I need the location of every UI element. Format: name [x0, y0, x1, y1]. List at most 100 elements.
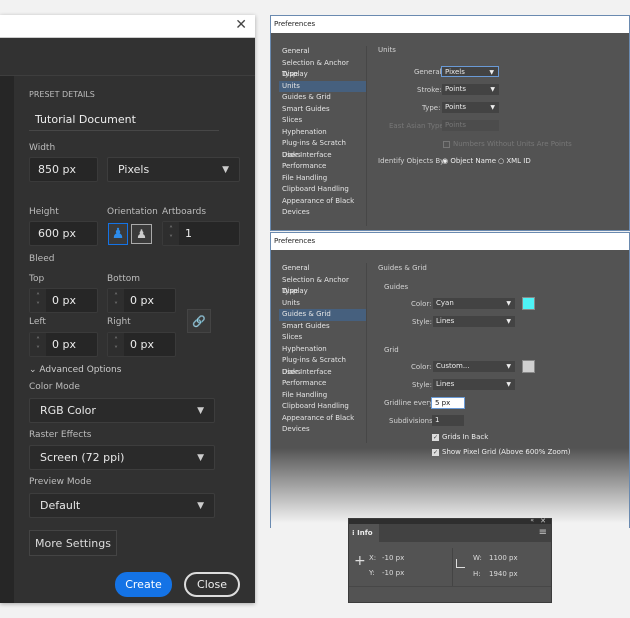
sidebar-item[interactable]: Devices — [279, 424, 366, 436]
sidebar-item[interactable]: General — [279, 263, 366, 275]
sidebar-item[interactable]: Guides & Grid — [279, 92, 366, 104]
sidebar-item[interactable]: Clipboard Handling — [279, 184, 366, 196]
east-asian-type-dropdown: Points — [442, 120, 499, 131]
sidebar-item[interactable]: User Interface — [279, 367, 366, 379]
preview-mode-value: Default — [40, 499, 81, 512]
chevron-down-icon: ▼ — [197, 452, 204, 463]
color-mode-dropdown[interactable]: RGB Color ▼ — [29, 398, 215, 423]
sidebar-item[interactable]: Performance — [279, 378, 366, 390]
section-title: PRESET DETAILS — [29, 90, 95, 99]
guide-color-dropdown[interactable]: Cyan ▼ — [433, 298, 515, 309]
bleed-bottom-stepper[interactable]: ˄ ˅ 0 px — [107, 288, 176, 313]
sidebar-item[interactable]: Selection & Anchor Display — [279, 58, 366, 79]
chevron-down-icon: ▼ — [197, 405, 204, 416]
sidebar-item[interactable]: Performance — [279, 161, 366, 173]
sidebar-item-units[interactable]: Units — [279, 80, 366, 92]
sidebar-item[interactable]: Devices — [279, 207, 366, 219]
sidebar-item[interactable]: Hyphenation — [279, 127, 366, 139]
subdivisions-label: Subdivisions: — [389, 417, 436, 425]
close-button[interactable]: Close — [184, 572, 240, 597]
preferences-units-window: Preferences General Selection & Anchor D… — [270, 15, 630, 231]
numbers-label: Numbers Without Units Are Points — [453, 140, 572, 148]
raster-effects-value: Screen (72 ppi) — [40, 451, 125, 464]
sidebar-item[interactable]: Smart Guides — [279, 321, 366, 333]
document-name-input[interactable]: Tutorial Document — [29, 106, 219, 131]
width-input[interactable]: 850 px — [29, 157, 98, 182]
sidebar-item[interactable]: Type — [279, 286, 366, 298]
sidebar-item[interactable]: File Handling — [279, 173, 366, 185]
close-icon[interactable]: ✕ — [235, 17, 247, 33]
color-mode-label: Color Mode — [29, 382, 80, 392]
stepper-arrows-icon[interactable]: ˄ ˅ — [30, 289, 46, 312]
sidebar-item[interactable]: Type — [279, 69, 366, 81]
chevron-down-icon: ▼ — [222, 164, 229, 175]
height-input[interactable]: 600 px — [29, 221, 98, 246]
bleed-right-stepper[interactable]: ˄ ˅ 0 px — [107, 332, 176, 357]
bleed-top-stepper[interactable]: ˄ ˅ 0 px — [29, 288, 98, 313]
sidebar-item[interactable]: Plug-ins & Scratch Disks — [279, 138, 366, 159]
raster-effects-dropdown[interactable]: Screen (72 ppi) ▼ — [29, 445, 215, 470]
guide-color-swatch[interactable] — [522, 297, 535, 310]
sidebar-item[interactable]: Selection & Anchor Display — [279, 275, 366, 296]
units-dropdown[interactable]: Pixels ▼ — [107, 157, 240, 182]
grid-color-swatch[interactable] — [522, 360, 535, 373]
preview-mode-dropdown[interactable]: Default ▼ — [29, 493, 215, 518]
top-label: Top — [29, 274, 45, 284]
east-asian-value: Points — [445, 121, 467, 129]
bleed-left-stepper[interactable]: ˄ ˅ 0 px — [29, 332, 98, 357]
preset-details-panel: PRESET DETAILS Tutorial Document Width 8… — [14, 76, 255, 603]
grid-style-dropdown[interactable]: Lines ▼ — [433, 379, 515, 390]
type-units-dropdown[interactable]: Points ▼ — [442, 102, 499, 113]
general-units-dropdown[interactable]: Pixels ▼ — [441, 66, 499, 77]
sidebar-item[interactable]: General — [279, 46, 366, 58]
portrait-icon[interactable]: ♟ — [108, 223, 128, 245]
checkbox-checked-icon: ✓ — [432, 448, 439, 456]
object-name-radio[interactable]: ◉ Object Name — [442, 157, 496, 165]
tab-info[interactable]: ⁝ Info — [349, 524, 379, 542]
gridline-input[interactable]: 5 px — [431, 397, 465, 409]
sidebar-item[interactable]: Plug-ins & Scratch Disks — [279, 355, 366, 376]
xml-id-radio[interactable]: ○ XML ID — [498, 157, 531, 165]
preferences-sidebar: General Selection & Anchor Display Type … — [279, 46, 367, 226]
grid-color-dropdown[interactable]: Custom... ▼ — [433, 361, 515, 372]
bleed-left-value: 0 px — [52, 338, 76, 351]
sidebar-item[interactable]: Hyphenation — [279, 344, 366, 356]
sidebar-item-guides-grid[interactable]: Guides & Grid — [279, 309, 366, 321]
stepper-arrows-icon[interactable]: ˄ ˅ — [108, 333, 124, 356]
grids-in-back-checkbox[interactable]: ✓ Grids In Back — [432, 433, 488, 441]
window-title: Preferences — [271, 233, 629, 250]
chevron-down-icon: ▼ — [506, 300, 511, 307]
artboards-stepper[interactable]: ˄ ˅ 1 — [162, 221, 240, 246]
sidebar-item[interactable]: Clipboard Handling — [279, 401, 366, 413]
guide-style-label: Style: — [412, 318, 432, 326]
sidebar-item[interactable]: Units — [279, 298, 366, 310]
stroke-units-dropdown[interactable]: Points ▼ — [442, 84, 499, 95]
sidebar-item[interactable]: File Handling — [279, 390, 366, 402]
stepper-arrows-icon[interactable]: ˄ ˅ — [163, 222, 179, 245]
bleed-top-value: 0 px — [52, 294, 76, 307]
sidebar-item[interactable]: Appearance of Black — [279, 196, 366, 208]
east-asian-type-label: East Asian Type: — [389, 122, 447, 130]
y-label: Y: — [369, 569, 375, 577]
grid-color-value: Custom... — [436, 362, 470, 370]
guide-style-dropdown[interactable]: Lines ▼ — [433, 316, 515, 327]
landscape-icon[interactable]: ♟ — [131, 224, 152, 244]
panel-menu-icon[interactable]: ≡ — [539, 527, 547, 538]
h-label: H: — [473, 570, 481, 578]
sidebar-item[interactable]: Smart Guides — [279, 104, 366, 116]
x-value: -10 px — [382, 554, 405, 562]
advanced-options-toggle[interactable]: ⌄ Advanced Options — [29, 365, 121, 375]
stepper-arrows-icon[interactable]: ˄ ˅ — [108, 289, 124, 312]
sidebar-item[interactable]: Appearance of Black — [279, 413, 366, 425]
pixel-grid-checkbox[interactable]: ✓ Show Pixel Grid (Above 600% Zoom) — [432, 448, 571, 456]
sidebar-item[interactable]: Slices — [279, 332, 366, 344]
sidebar-item[interactable]: User Interface — [279, 150, 366, 162]
more-settings-button[interactable]: More Settings — [29, 530, 117, 556]
link-icon[interactable]: 🔗 — [187, 309, 211, 333]
stepper-arrows-icon[interactable]: ˄ ˅ — [30, 333, 46, 356]
sidebar-item[interactable]: Slices — [279, 115, 366, 127]
collapse-icon[interactable]: « — [530, 517, 534, 524]
stroke-label: Stroke: — [417, 86, 442, 94]
subdivisions-input[interactable]: 1 — [432, 415, 464, 426]
create-button[interactable]: Create — [115, 572, 172, 597]
